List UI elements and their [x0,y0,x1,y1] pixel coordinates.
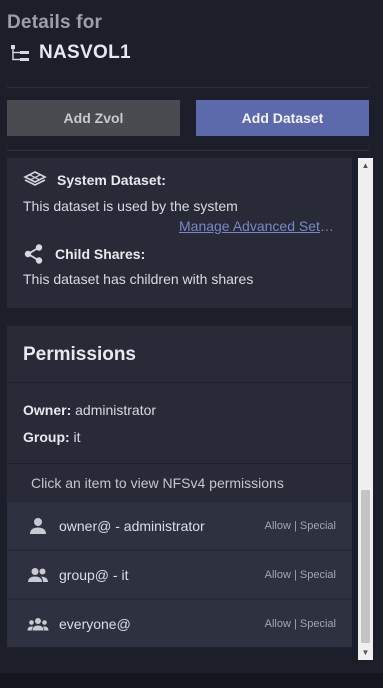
permissions-title-divider [7,382,352,383]
bottom-strip [0,673,383,688]
child-shares-text: This dataset has children with shares [23,271,254,287]
ace-type: Allow | Special [264,568,336,581]
scroll-up-arrow-icon[interactable]: ▲ [358,158,373,173]
tree-icon [11,45,29,61]
user-icon [30,517,46,534]
everyone-icon [27,617,49,630]
header-divider [7,87,369,88]
dataset-info-card: System Dataset: This dataset is used by … [7,158,352,308]
details-header: Details for NASVOL1 [7,12,377,64]
share-icon [24,244,43,264]
scroll-down-arrow-icon[interactable]: ▼ [358,645,373,660]
scroll-thumb[interactable] [361,490,370,643]
scrollbar[interactable]: ▲ ▼ [358,158,373,660]
ace-label: owner@ - administrator [59,517,205,534]
child-shares-title: Child Shares: [23,243,253,265]
dataset-title-row: NASVOL1 [7,42,377,64]
owner-label: Owner: [23,402,72,418]
ace-row-everyone[interactable]: everyone@ Allow | Special [7,600,352,647]
group-line: Group: it [23,429,81,445]
group-label: Group: [23,429,70,445]
ace-row-group[interactable]: group@ - it Allow | Special [7,551,352,598]
details-for-label: Details for [7,12,103,33]
owner-group-divider [7,463,352,464]
permissions-title: Permissions [23,344,136,365]
group-value: it [73,429,81,445]
system-dataset-block: System Dataset: This dataset is used by … [23,171,238,214]
permissions-card: Permissions Owner: administrator Group: … [7,326,352,647]
nfsv4-hint: Click an item to view NFSv4 permissions [31,475,284,491]
actions-divider [7,150,369,151]
group-icon [28,567,48,582]
add-zvol-button[interactable]: Add Zvol [7,100,180,136]
manage-advanced-settings-link[interactable]: Manage Advanced Settings [179,218,336,234]
add-dataset-button[interactable]: Add Dataset [196,100,369,136]
ace-row-owner[interactable]: owner@ - administrator Allow | Special [7,502,352,549]
ace-type: Allow | Special [264,617,336,630]
child-shares-title-text: Child Shares: [55,246,146,262]
system-dataset-text: This dataset is used by the system [23,198,238,214]
owner-value: administrator [75,402,157,418]
database-icon [23,171,47,186]
system-dataset-title-text: System Dataset: [57,172,166,188]
child-shares-block: Child Shares: This dataset has children … [23,243,253,287]
dataset-name: NASVOL1 [39,42,131,63]
ace-type: Allow | Special [264,519,336,532]
system-dataset-title: System Dataset: [23,171,238,189]
details-scroll-area[interactable]: System Dataset: This dataset is used by … [7,158,373,660]
ace-label: everyone@ [59,615,131,632]
ace-label: group@ - it [59,566,129,583]
owner-line: Owner: administrator [23,402,156,418]
